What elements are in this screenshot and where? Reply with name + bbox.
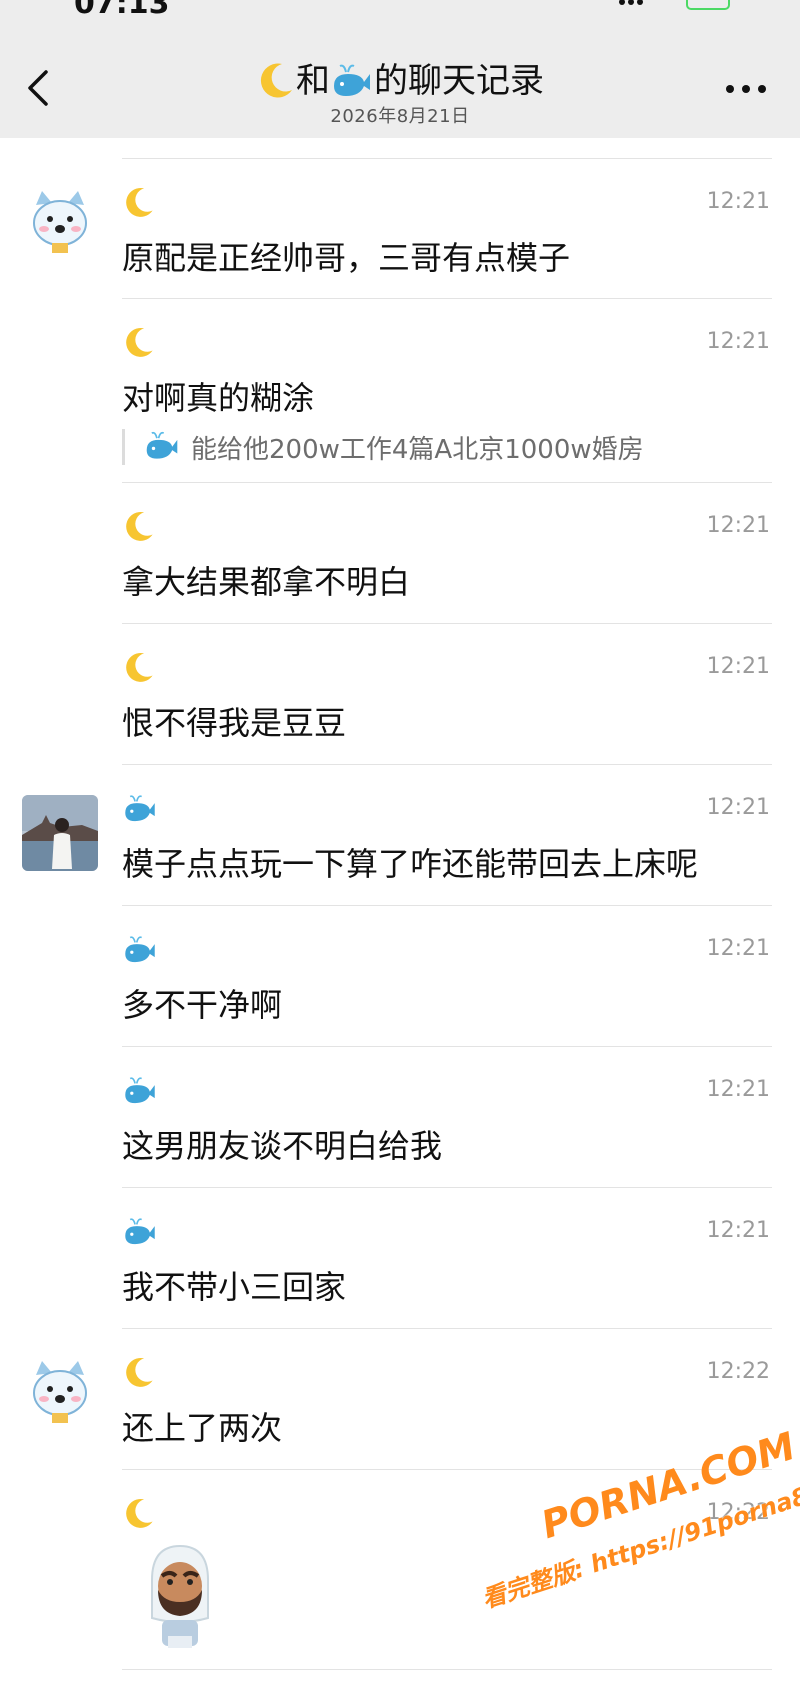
status-bar: 07:13 bbox=[0, 0, 800, 14]
more-dots-icon bbox=[726, 85, 766, 93]
message-time: 12:21 bbox=[706, 936, 770, 961]
message-text: 我不带小三回家 bbox=[122, 1268, 347, 1306]
sender-moon-icon bbox=[122, 509, 158, 543]
chat-date: 2026年8月21日 bbox=[330, 106, 470, 127]
title-suffix: 的聊天记录 bbox=[374, 61, 544, 101]
sender-moon-icon bbox=[122, 1355, 158, 1389]
quote-text: 能给他200w工作4篇A北京1000w婚房 bbox=[191, 434, 644, 465]
message-item[interactable]: 12:21 恨不得我是豆豆 bbox=[0, 624, 800, 765]
sender-moon-icon bbox=[122, 1496, 158, 1530]
chat-history-header: 和 的聊天记录 2026年8月21日 bbox=[0, 14, 800, 138]
message-time: 12:21 bbox=[706, 329, 770, 354]
sender-moon-icon bbox=[122, 325, 158, 359]
avatar[interactable] bbox=[22, 1355, 98, 1431]
message-text: 还上了两次 bbox=[122, 1409, 283, 1447]
message-item[interactable]: 12:21 拿大结果都拿不明白 bbox=[0, 483, 800, 624]
message-text: 恨不得我是豆豆 bbox=[122, 704, 347, 742]
battery-icon bbox=[686, 0, 730, 10]
message-item[interactable]: 12:21 对啊真的糊涂 能给他200w工作4篇A北京1000w婚房 bbox=[0, 299, 800, 483]
sender-moon-icon bbox=[122, 650, 158, 684]
status-icons bbox=[619, 0, 730, 10]
message-time: 12:21 bbox=[706, 1077, 770, 1102]
bearded-man-sticker[interactable] bbox=[138, 1540, 220, 1650]
signal-icon bbox=[619, 0, 646, 9]
sender-whale-icon bbox=[122, 791, 158, 825]
avatar[interactable] bbox=[22, 795, 98, 871]
message-item[interactable]: 12:21 多不干净啊 bbox=[0, 906, 800, 1047]
message-time: 12:21 bbox=[706, 1218, 770, 1243]
quote-whale-icon bbox=[143, 428, 181, 466]
sender-moon-icon bbox=[122, 185, 158, 219]
title-connector: 和 bbox=[296, 61, 330, 101]
sender-whale-icon bbox=[122, 1073, 158, 1107]
quoted-message[interactable]: 能给他200w工作4篇A北京1000w婚房 bbox=[122, 427, 644, 467]
message-time: 12:21 bbox=[706, 189, 770, 214]
message-text: 原配是正经帅哥，三哥有点模子 bbox=[122, 239, 571, 277]
message-text: 多不干净啊 bbox=[122, 986, 283, 1024]
cat-avatar-icon bbox=[22, 1355, 98, 1431]
message-text: 模子点点玩一下算了咋还能带回去上床呢 bbox=[122, 845, 699, 883]
photo-avatar-icon bbox=[22, 795, 98, 871]
cat-avatar-icon bbox=[22, 185, 98, 261]
avatar[interactable] bbox=[22, 185, 98, 261]
sender-whale-icon bbox=[122, 1214, 158, 1248]
status-time: 07:13 bbox=[74, 0, 170, 14]
message-item[interactable]: 12:22 还上了两次 bbox=[0, 1329, 800, 1470]
message-item[interactable]: 12:21 这男朋友谈不明白给我 bbox=[0, 1047, 800, 1188]
message-item[interactable]: 12:21 原配是正经帅哥，三哥有点模子 bbox=[0, 159, 800, 299]
message-item[interactable]: 12:21 模子点点玩一下算了咋还能带回去上床呢 bbox=[0, 765, 800, 906]
message-time: 12:21 bbox=[706, 795, 770, 820]
divider bbox=[122, 1669, 772, 1670]
message-item[interactable]: 12:21 我不带小三回家 bbox=[0, 1188, 800, 1329]
message-text: 这男朋友谈不明白给我 bbox=[122, 1127, 443, 1165]
quote-bar bbox=[122, 429, 125, 465]
message-time: 12:21 bbox=[706, 654, 770, 679]
message-time: 12:21 bbox=[706, 513, 770, 538]
sender-whale-icon bbox=[122, 932, 158, 966]
message-text: 对啊真的糊涂 bbox=[122, 379, 315, 417]
message-time: 12:22 bbox=[706, 1359, 770, 1384]
message-text: 拿大结果都拿不明白 bbox=[122, 563, 411, 601]
more-button[interactable] bbox=[724, 74, 768, 104]
